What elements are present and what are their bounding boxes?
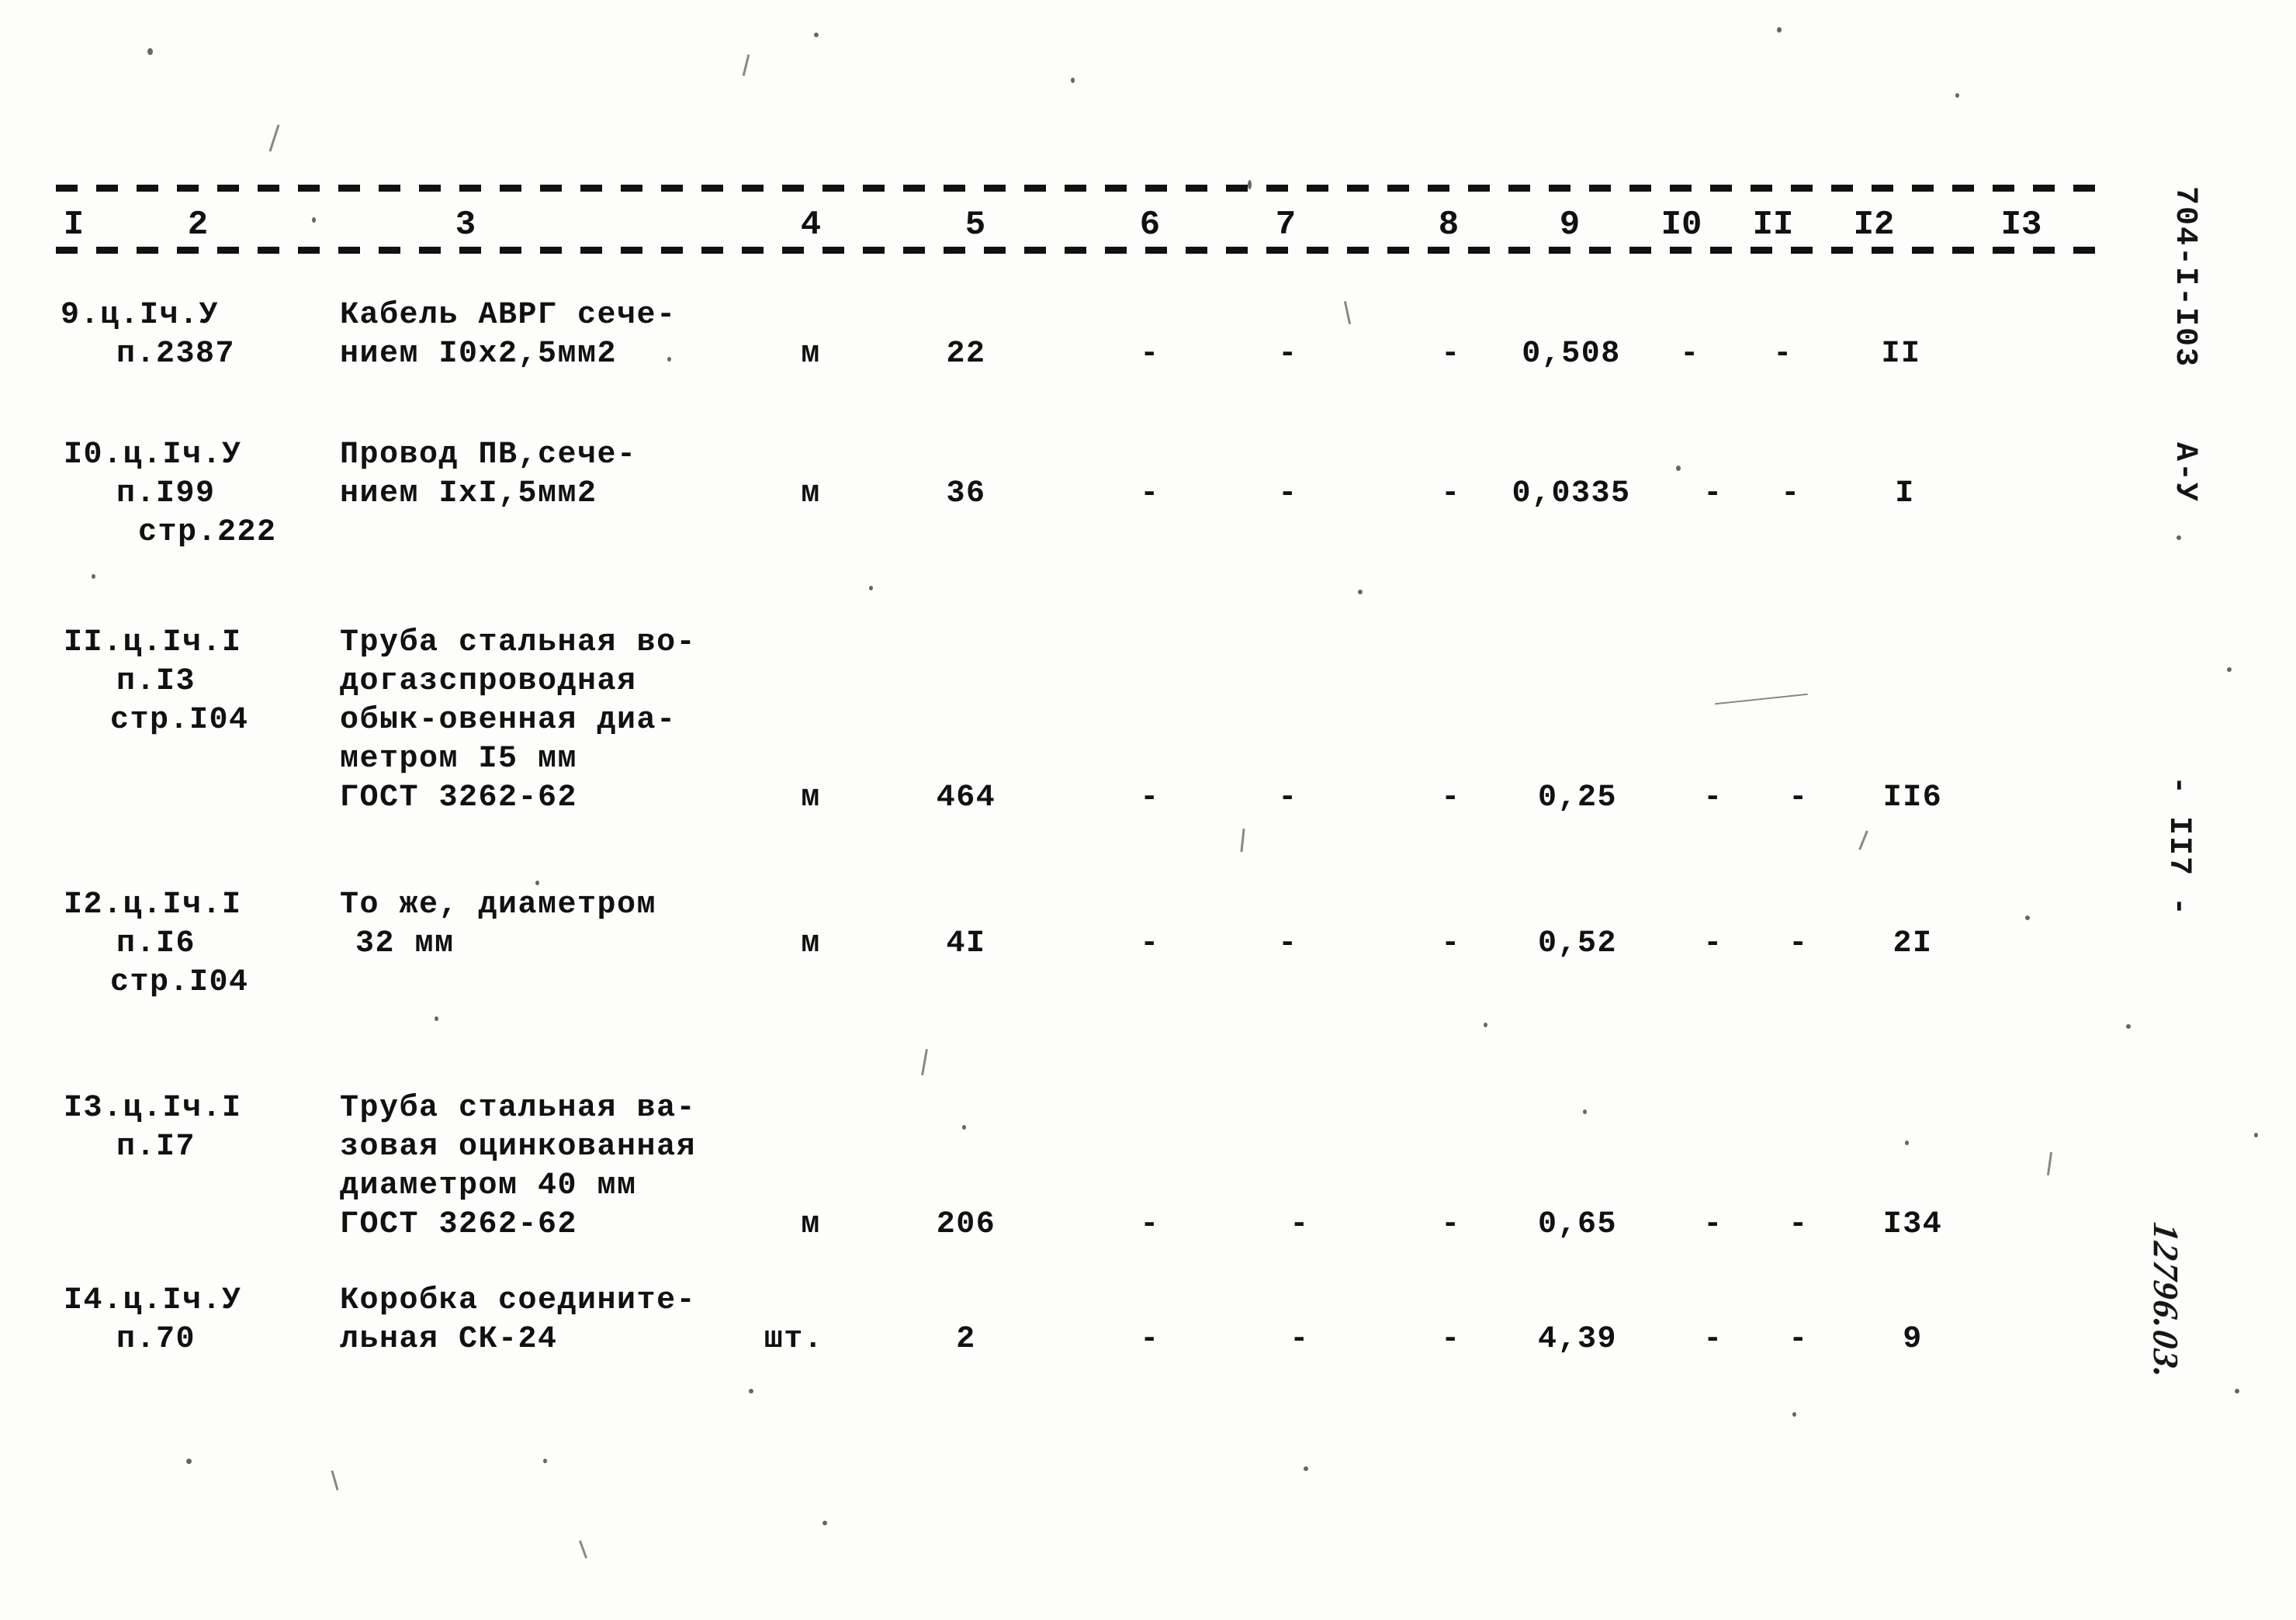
row-description: льная СК-24 [340, 1322, 558, 1357]
document-series-stamp: А-У [2167, 442, 2202, 504]
column-header-9: 9 [1559, 206, 1581, 244]
column-header-5: 5 [964, 206, 986, 244]
row-value-8: - [1441, 781, 1461, 815]
row-value-10: - [1703, 781, 1723, 815]
row-value-7: - [1290, 1207, 1310, 1242]
row-value-11: - [1781, 476, 1801, 511]
row-value-5: 36 [946, 476, 986, 511]
row-value-10: - [1703, 1322, 1723, 1357]
column-header-4: 4 [800, 206, 822, 244]
row-value-9: 0,52 [1537, 926, 1617, 961]
row-value-5: 464 [936, 781, 996, 815]
row-value-10: - [1703, 1207, 1723, 1242]
column-header-7: 7 [1275, 206, 1297, 244]
column-header-1: I [63, 206, 85, 244]
row-value-5: 4I [946, 926, 986, 961]
row-description: ГОСТ 3262-62 [340, 1207, 578, 1242]
row-value-9: 4,39 [1537, 1322, 1617, 1357]
row-unit: м [801, 1207, 821, 1242]
row-value-7: - [1278, 337, 1298, 372]
row-value-6: - [1140, 1207, 1160, 1242]
row-value-7: - [1278, 476, 1298, 511]
row-value-8: - [1441, 1207, 1461, 1242]
row-value-7: - [1290, 1322, 1310, 1357]
row-value-9: 0,25 [1537, 781, 1617, 815]
row-value-7: - [1278, 926, 1298, 961]
row-value-10: - [1703, 926, 1723, 961]
row-value-9: 0,65 [1537, 1207, 1617, 1242]
row-code: п.I7 [116, 1130, 196, 1165]
row-code: стр.I04 [110, 703, 249, 738]
row-value-8: - [1441, 926, 1461, 961]
row-value-6: - [1140, 476, 1160, 511]
row-value-10: - [1703, 476, 1723, 511]
row-code: стр.222 [138, 515, 277, 550]
row-value-12: I [1895, 476, 1915, 511]
row-value-5: 206 [936, 1207, 996, 1242]
scanned-document-page: I 2 3 4 5 6 7 8 9 I0 II I2 I3 9.ц.Iч.У п… [0, 0, 2296, 1620]
row-value-7: - [1278, 781, 1298, 815]
row-unit: м [801, 476, 821, 511]
row-unit: м [801, 781, 821, 815]
header-rule-bottom [56, 247, 2104, 254]
row-value-12: II [1881, 337, 1921, 372]
row-description: нием IxI,5мм2 [340, 476, 597, 511]
row-value-11: - [1789, 781, 1809, 815]
row-value-11: - [1789, 1207, 1809, 1242]
row-value-6: - [1140, 337, 1160, 372]
row-code: стр.I04 [110, 965, 249, 1000]
row-unit: шт. [764, 1322, 824, 1357]
row-unit: м [801, 337, 821, 372]
page-number: - II7 - [2161, 776, 2196, 918]
row-value-10: - [1680, 337, 1700, 372]
row-value-11: - [1789, 1322, 1809, 1357]
column-header-3: 3 [455, 206, 476, 244]
column-header-2: 2 [187, 206, 209, 244]
column-header-8: 8 [1438, 206, 1460, 244]
row-value-11: - [1789, 926, 1809, 961]
row-value-6: - [1140, 781, 1160, 815]
header-rule-top [56, 185, 2104, 192]
row-value-9: 0,0335 [1512, 476, 1631, 511]
row-value-6: - [1140, 1322, 1160, 1357]
column-header-13: I3 [2000, 206, 2042, 244]
row-unit: м [801, 926, 821, 961]
row-value-12: II6 [1882, 781, 1943, 815]
row-value-5: 2 [956, 1322, 976, 1357]
column-header-6: 6 [1139, 206, 1161, 244]
document-code-stamp: 704-I-I03 [2167, 186, 2202, 369]
row-code: п.2387 [116, 337, 236, 372]
row-code: п.70 [116, 1322, 196, 1357]
column-header-12: I2 [1853, 206, 1895, 244]
row-description: нием I0x2,5мм2 [340, 337, 618, 372]
column-header-10: I0 [1661, 206, 1702, 244]
row-value-5: 22 [946, 337, 986, 372]
row-value-9: 0,508 [1522, 337, 1621, 372]
row-value-6: - [1140, 926, 1160, 961]
row-value-8: - [1441, 337, 1461, 372]
row-description: ГОСТ 3262-62 [340, 781, 578, 815]
row-value-12: 2I [1893, 926, 1933, 961]
row-description: 32 мм [355, 926, 455, 961]
column-header-11: II [1752, 206, 1794, 244]
row-value-8: - [1441, 1322, 1461, 1357]
row-value-8: - [1441, 476, 1461, 511]
row-value-12: 9 [1903, 1322, 1923, 1357]
row-value-11: - [1773, 337, 1793, 372]
row-value-12: I34 [1882, 1207, 1943, 1242]
archive-stamp: 12796.03. [2146, 1220, 2186, 1383]
